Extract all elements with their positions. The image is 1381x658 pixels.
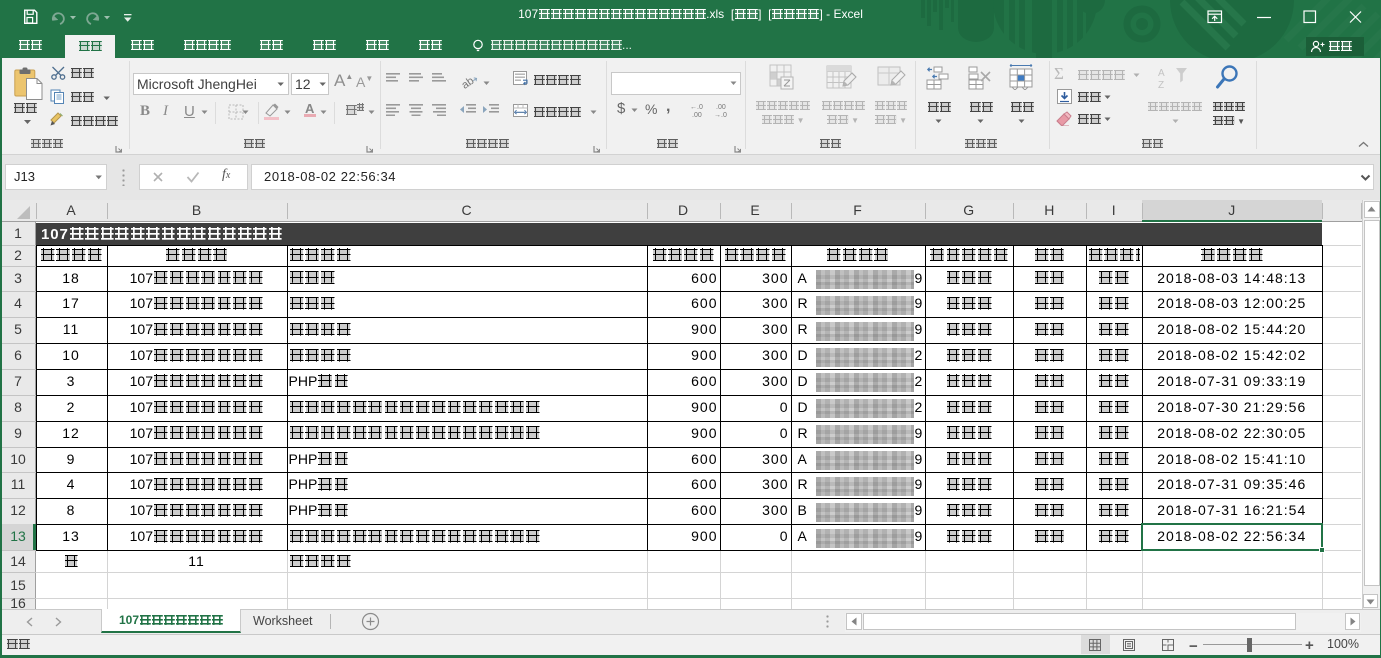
svg-text:.00: .00 bbox=[716, 104, 726, 111]
svg-text:←.0: ←.0 bbox=[690, 104, 703, 111]
svg-text:Z: Z bbox=[1158, 80, 1164, 90]
svg-text:→.0: →.0 bbox=[714, 112, 727, 118]
svg-text:ab: ab bbox=[460, 75, 476, 89]
svg-text:A: A bbox=[1158, 68, 1165, 79]
svg-text:.00: .00 bbox=[692, 112, 702, 118]
